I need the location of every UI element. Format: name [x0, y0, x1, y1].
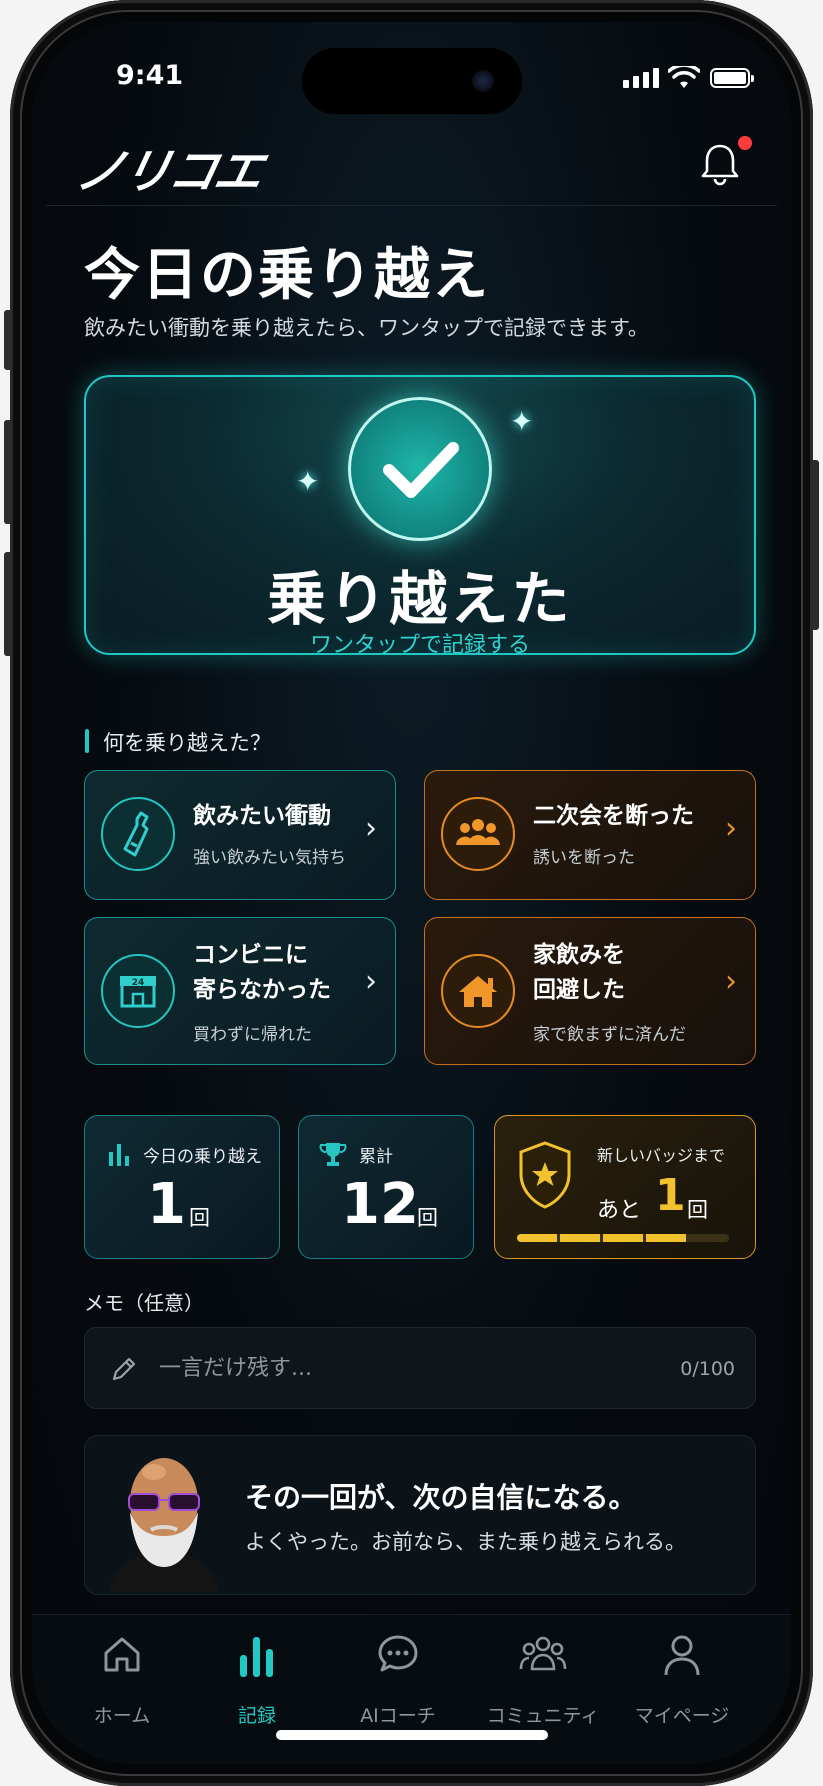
signal-icon	[623, 68, 659, 88]
card-skipped-convenience-store[interactable]: 24 コンビニに 寄らなかった 買わずに帰れた ›	[84, 917, 396, 1065]
action-button	[4, 310, 12, 370]
dynamic-island	[302, 48, 522, 114]
tab-label: 記録	[237, 1705, 276, 1727]
stat-unit: 回	[417, 1206, 438, 1230]
stat-today: 今日の乗り越え 1 回	[84, 1115, 280, 1259]
power-button	[811, 460, 819, 630]
overcame-button-sublabel: ワンタップで記録する	[309, 633, 530, 658]
card-title-line: 家飲みを	[533, 942, 625, 968]
group-icon	[441, 797, 515, 871]
memo-field[interactable]: 0/100	[84, 1327, 756, 1409]
tab-label: マイページ	[634, 1705, 730, 1727]
stat-label: 今日の乗り越え	[143, 1147, 262, 1167]
home-icon	[104, 1637, 140, 1672]
notification-bell-icon[interactable]	[700, 142, 740, 186]
card-title: コンビニに 寄らなかった	[193, 938, 331, 1008]
overcame-button-label: 乗り越えた	[267, 565, 573, 633]
store-badge-text: 24	[132, 978, 145, 988]
bar-chart-icon	[109, 1144, 129, 1166]
card-avoided-home-drinking[interactable]: 家飲みを 回避した 家で飲まずに済んだ ›	[424, 917, 756, 1065]
battery-icon	[710, 68, 754, 88]
badge-progress-bar	[517, 1234, 729, 1242]
card-subtitle: 誘いを断った	[533, 848, 635, 868]
tab-label: ホーム	[93, 1705, 151, 1727]
tab-my-page[interactable]: マイページ	[612, 1615, 752, 1733]
record-chart-icon	[240, 1637, 273, 1677]
volume-up-button	[4, 420, 12, 524]
card-subtitle: 買わずに帰れた	[193, 1025, 312, 1045]
coach-message-card: その一回が、次の自信になる。 よくやった。お前なら、また乗り越えられる。	[84, 1435, 756, 1595]
home-indicator[interactable]	[276, 1730, 548, 1740]
badge-progress-card[interactable]: 新しいバッジまで あと 1 回	[494, 1115, 756, 1259]
app-screen: 9:41 ノリコエ 今日の乗り越え 飲みたい衝動を乗り越えたら、ワンタップで記録…	[32, 22, 791, 1764]
bottle-icon	[101, 797, 175, 871]
header-divider	[46, 205, 777, 206]
memo-input[interactable]	[159, 1328, 659, 1408]
card-subtitle: 強い飲みたい気持ち	[193, 848, 346, 868]
card-title-line: コンビニに	[193, 942, 308, 968]
tab-label: コミュニティ	[486, 1705, 600, 1727]
chevron-right-icon: ›	[365, 811, 377, 846]
status-time: 9:41	[116, 60, 184, 91]
tab-home[interactable]: ホーム	[52, 1615, 192, 1733]
coach-title: その一回が、次の自信になる。	[245, 1481, 637, 1514]
camera-icon	[472, 70, 494, 92]
page-title: 今日の乗り越え	[84, 243, 490, 308]
community-icon	[519, 1636, 567, 1671]
card-title: 飲みたい衝動	[193, 803, 331, 829]
stat-value: 1	[147, 1172, 186, 1237]
stat-total: 累計 12 回	[298, 1115, 474, 1259]
sparkle-icon: ✦	[296, 465, 320, 498]
memo-label: メモ（任意）	[84, 1291, 204, 1315]
trophy-icon	[319, 1143, 347, 1166]
card-declined-afterparty[interactable]: 二次会を断った 誘いを断った ›	[424, 770, 756, 900]
progress-segment	[560, 1234, 600, 1242]
card-title: 二次会を断った	[533, 803, 694, 829]
stat-unit: 回	[189, 1206, 210, 1230]
pencil-icon	[112, 1357, 136, 1381]
tab-record[interactable]: 記録	[187, 1615, 327, 1733]
progress-segment	[603, 1234, 643, 1242]
tab-ai-coach[interactable]: AIコーチ	[328, 1615, 468, 1733]
notification-dot	[738, 136, 752, 150]
chevron-right-icon: ›	[365, 964, 377, 999]
badge-unit: 回	[687, 1198, 708, 1222]
card-subtitle: 家で飲まずに済んだ	[533, 1025, 686, 1045]
tab-label: AIコーチ	[360, 1705, 436, 1727]
chevron-right-icon: ›	[725, 811, 737, 846]
phone-frame: 9:41 ノリコエ 今日の乗り越え 飲みたい衝動を乗り越えたら、ワンタップで記録…	[4, 0, 819, 1786]
card-drink-urge[interactable]: 飲みたい衝動 強い飲みたい気持ち ›	[84, 770, 396, 900]
card-title: 家飲みを 回避した	[533, 938, 625, 1008]
section-label: 何を乗り越えた？	[85, 727, 271, 757]
person-icon	[664, 1635, 700, 1676]
wifi-icon	[668, 66, 700, 88]
tab-community[interactable]: コミュニティ	[468, 1615, 618, 1733]
card-title-line: 寄らなかった	[193, 977, 331, 1003]
status-bar: 9:41	[32, 22, 791, 122]
progress-segment	[646, 1234, 686, 1242]
badge-shield-icon	[519, 1141, 571, 1209]
memo-char-counter: 0/100	[680, 1358, 735, 1380]
coach-message: よくやった。お前なら、また乗り越えられる。	[245, 1530, 686, 1554]
overcame-button[interactable]: ✦ ✦ 乗り越えた ワンタップで記録する	[84, 375, 756, 658]
chevron-right-icon: ›	[725, 964, 737, 999]
house-icon	[441, 954, 515, 1028]
badge-prefix: あと	[597, 1198, 642, 1223]
page-subtitle: 飲みたい衝動を乗り越えたら、ワンタップで記録できます。	[84, 316, 649, 340]
checkmark-icon	[348, 397, 492, 541]
progress-segment	[517, 1234, 557, 1242]
sparkle-icon: ✦	[510, 405, 534, 438]
chat-bubble-icon	[378, 1635, 418, 1672]
bottom-tab-bar: ホーム 記録 AIコーチ コミュニティ マイページ	[32, 1614, 791, 1764]
card-title-line: 回避した	[533, 977, 625, 1003]
app-logo: ノリコエ	[70, 144, 267, 200]
convenience-store-icon: 24	[101, 954, 175, 1028]
progress-segment	[689, 1234, 729, 1242]
badge-label: 新しいバッジまで	[597, 1146, 726, 1165]
stat-label: 累計	[359, 1147, 393, 1167]
volume-down-button	[4, 552, 12, 656]
badge-remaining-value: 1	[655, 1170, 686, 1221]
stat-value: 12	[341, 1172, 419, 1237]
coach-avatar	[109, 1458, 219, 1592]
